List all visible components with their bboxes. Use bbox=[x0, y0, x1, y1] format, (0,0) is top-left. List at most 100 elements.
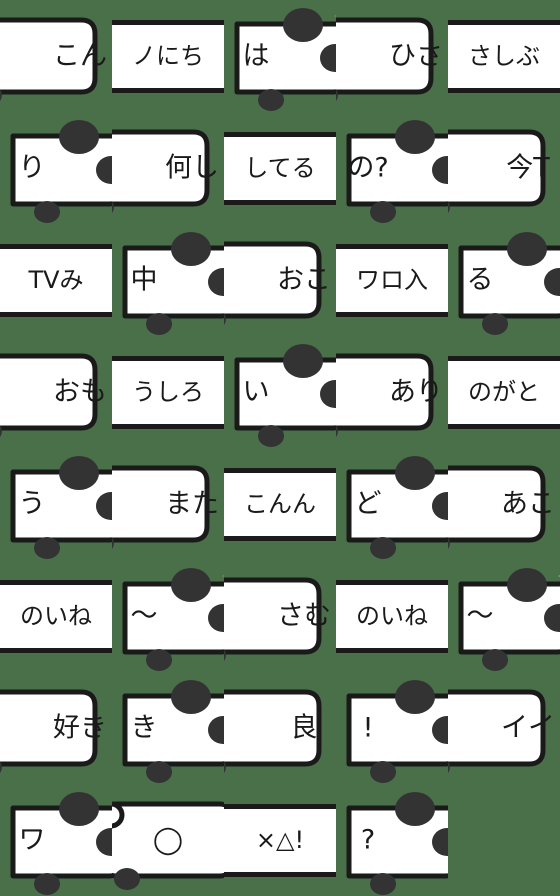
emoji-cell[interactable]: ワ bbox=[0, 784, 112, 896]
band-top-rule bbox=[112, 20, 224, 25]
emoji-cell[interactable]: のいね bbox=[336, 560, 448, 672]
panda-sticker bbox=[112, 112, 217, 224]
panda-sticker bbox=[336, 224, 448, 336]
panda-head-spot bbox=[283, 344, 323, 378]
panda-head-spot bbox=[59, 792, 99, 826]
panda-foot bbox=[370, 537, 396, 559]
band-top-rule bbox=[224, 804, 336, 809]
emoji-cell[interactable]: おこ bbox=[224, 224, 336, 336]
band-bottom-rule bbox=[448, 88, 560, 93]
panda-sticker bbox=[224, 560, 329, 672]
panda-sticker bbox=[455, 560, 560, 672]
panda-sticker bbox=[119, 224, 224, 336]
panda-foot bbox=[370, 873, 396, 895]
emoji-cell[interactable]: ノにち bbox=[112, 0, 224, 112]
panda-foot bbox=[114, 868, 140, 890]
band-top-rule bbox=[0, 580, 112, 585]
panda-foot bbox=[482, 649, 508, 671]
emoji-cell[interactable]: 何し bbox=[112, 112, 224, 224]
emoji-cell[interactable]: ? bbox=[336, 784, 448, 896]
emoji-cell[interactable]: ×△! bbox=[224, 784, 336, 896]
emoji-cell[interactable]: また bbox=[112, 448, 224, 560]
panda-head-spot bbox=[507, 568, 547, 602]
band-top-rule bbox=[336, 244, 448, 249]
panda-sticker bbox=[7, 112, 112, 224]
band-top-rule bbox=[336, 580, 448, 585]
panda-sticker bbox=[448, 672, 553, 784]
emoji-cell[interactable]: の? bbox=[336, 112, 448, 224]
emoji-cell[interactable]: ひさ bbox=[336, 0, 448, 112]
emoji-cell[interactable]: さしぶ bbox=[448, 0, 560, 112]
band-bottom-rule bbox=[112, 88, 224, 93]
panda-foot bbox=[370, 201, 396, 223]
emoji-cell[interactable]: 中 bbox=[112, 224, 224, 336]
emoji-cell[interactable]: してる bbox=[224, 112, 336, 224]
panda-body-band bbox=[448, 22, 560, 92]
panda-body-shape bbox=[448, 689, 546, 767]
emoji-cell[interactable]: イイ bbox=[448, 672, 560, 784]
panda-sticker bbox=[336, 560, 448, 672]
band-bottom-rule bbox=[0, 648, 112, 653]
band-bottom-rule bbox=[112, 424, 224, 429]
emoji-cell[interactable]: うしろ bbox=[112, 336, 224, 448]
panda-sticker bbox=[7, 784, 112, 896]
emoji-cell[interactable]: あこ bbox=[448, 448, 560, 560]
panda-body-band bbox=[336, 246, 448, 316]
emoji-cell[interactable]: のがと bbox=[448, 336, 560, 448]
panda-sticker bbox=[448, 336, 560, 448]
emoji-cell[interactable]: ワロ入 bbox=[336, 224, 448, 336]
emoji-cell[interactable]: 好き bbox=[0, 672, 112, 784]
panda-body-shape bbox=[0, 353, 98, 431]
emoji-cell[interactable]: おも bbox=[0, 336, 112, 448]
emoji-cell[interactable]: い bbox=[224, 336, 336, 448]
band-bottom-rule bbox=[0, 312, 112, 317]
band-bottom-rule bbox=[224, 536, 336, 541]
panda-sticker bbox=[224, 784, 336, 896]
emoji-cell[interactable]: 良 bbox=[224, 672, 336, 784]
emoji-cell[interactable]: 〜 bbox=[448, 560, 560, 672]
panda-head-spot bbox=[395, 120, 435, 154]
panda-body-band bbox=[0, 582, 112, 652]
emoji-cell[interactable]: り bbox=[0, 112, 112, 224]
panda-head-spot bbox=[395, 792, 435, 826]
panda-body-band bbox=[112, 22, 224, 92]
band-bottom-rule bbox=[224, 200, 336, 205]
panda-sticker bbox=[0, 336, 105, 448]
emoji-cell[interactable]: き bbox=[112, 672, 224, 784]
panda-sticker bbox=[0, 560, 112, 672]
panda-body-band bbox=[336, 582, 448, 652]
emoji-cell[interactable]: う bbox=[0, 448, 112, 560]
panda-ear bbox=[112, 801, 125, 829]
emoji-cell[interactable]: こんん bbox=[224, 448, 336, 560]
band-bottom-rule bbox=[448, 424, 560, 429]
emoji-cell[interactable]: あり bbox=[336, 336, 448, 448]
emoji-cell[interactable]: ◯ bbox=[112, 784, 224, 896]
emoji-cell[interactable]: こん bbox=[0, 0, 112, 112]
emoji-cell[interactable]: ! bbox=[336, 672, 448, 784]
emoji-cell[interactable]: のいね bbox=[0, 560, 112, 672]
panda-foot bbox=[146, 313, 172, 335]
panda-sticker bbox=[112, 784, 224, 896]
panda-sticker bbox=[343, 784, 448, 896]
panda-head-spot bbox=[59, 456, 99, 490]
panda-sticker bbox=[224, 224, 329, 336]
panda-sticker bbox=[112, 0, 224, 112]
emoji-cell[interactable]: 〜 bbox=[112, 560, 224, 672]
emoji-cell[interactable]: る bbox=[448, 224, 560, 336]
emoji-cell[interactable]: TVみ bbox=[0, 224, 112, 336]
panda-sticker bbox=[336, 336, 441, 448]
panda-sticker bbox=[448, 112, 553, 224]
band-top-rule bbox=[224, 468, 336, 473]
band-top-rule bbox=[448, 20, 560, 25]
panda-sticker bbox=[224, 672, 329, 784]
band-top-rule bbox=[112, 356, 224, 361]
panda-sticker bbox=[112, 336, 224, 448]
emoji-cell[interactable]: ど bbox=[336, 448, 448, 560]
emoji-grid: こん ノにち は ひさ さしぶ り 何し してる の? 今T TVみ 中 おこ … bbox=[0, 0, 560, 896]
emoji-cell[interactable]: は bbox=[224, 0, 336, 112]
band-bottom-rule bbox=[224, 872, 336, 877]
panda-sticker bbox=[336, 0, 441, 112]
emoji-cell[interactable]: さむ bbox=[224, 560, 336, 672]
panda-head-spot bbox=[171, 568, 211, 602]
emoji-cell[interactable]: 今T bbox=[448, 112, 560, 224]
